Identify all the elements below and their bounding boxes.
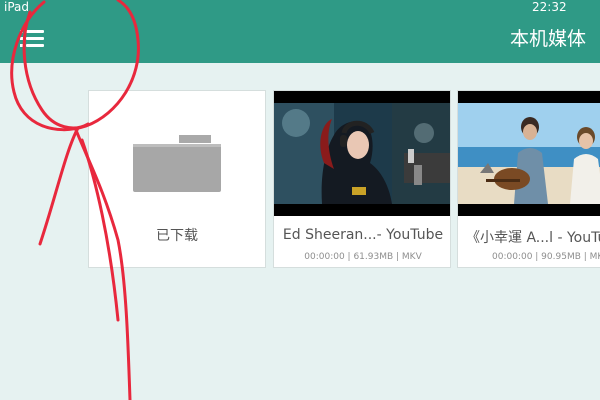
page-title: 本机媒体 [509, 28, 586, 50]
video-card[interactable]: Ed Sheeran...- YouTube 00:00:00 | 61.93M… [273, 90, 451, 268]
folder-label: 已下载 [156, 228, 198, 244]
video-thumbnail [274, 91, 450, 216]
downloads-folder-card[interactable]: 已下载 [88, 90, 266, 268]
video-meta: 00:00:00 | 90.95MB | MKV [492, 252, 600, 262]
status-time: 22:32 [532, 0, 567, 14]
media-screen: iPad 22:32 本机媒体 已下载 Ed Sheeran...- YouTu… [0, 0, 600, 400]
carrier-label: iPad [4, 0, 30, 14]
video-title: Ed Sheeran...- YouTube [282, 227, 444, 243]
video-meta: 00:00:00 | 61.93MB | MKV [304, 252, 422, 262]
menu-button[interactable] [20, 28, 46, 50]
video-thumbnail [458, 91, 600, 216]
folder-icon [133, 135, 221, 192]
app-bar: iPad 22:32 本机媒体 [0, 0, 600, 63]
video-title: 《小幸運 A...l - YouTube [466, 230, 600, 246]
video-card[interactable]: 《小幸運 A...l - YouTube 00:00:00 | 90.95MB … [457, 90, 600, 268]
